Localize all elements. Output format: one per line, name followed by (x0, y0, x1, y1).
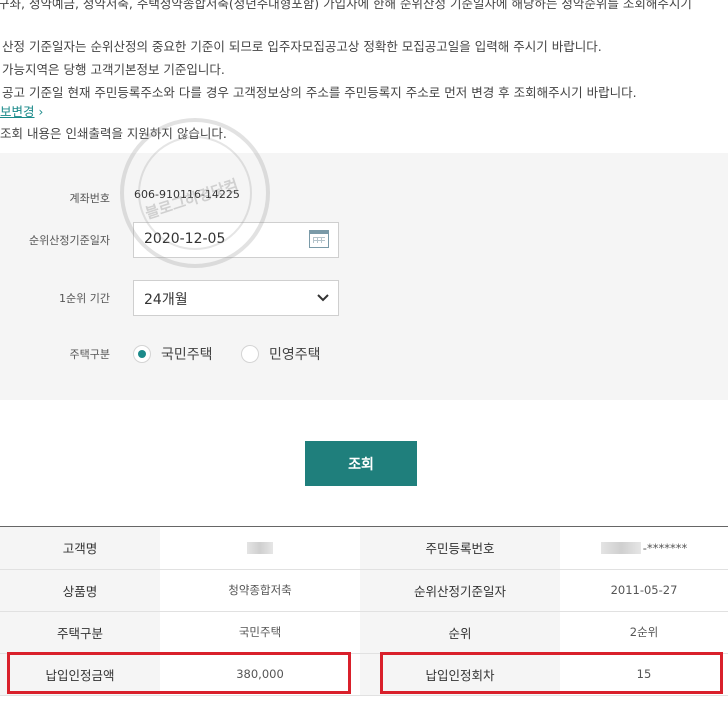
chevron-right-icon: › (38, 105, 44, 119)
table-row: 주택구분 국민주택 순위 2순위 (0, 611, 728, 654)
info-change-link-row[interactable]: 보변경 › (0, 101, 43, 120)
masked-value (247, 542, 273, 555)
notice-line: 가능지역은 당행 고객기본정보 기준입니다. (2, 62, 225, 77)
search-button[interactable]: 조회 (305, 441, 417, 486)
radio-label: 민영주택 (269, 347, 321, 363)
result-table: 고객명 주민등록번호 -******* 상품명 청약종합저축 순위산정기준일자 … (0, 526, 728, 726)
header-cell: 고객명 (0, 527, 160, 570)
inquiry-form: 계좌번호 606-910116-14225 순위산정기준일자 2020-12-0… (0, 153, 728, 400)
date-label: 순위산정기준일자 (29, 234, 110, 247)
resident-number-cell: -******* (560, 527, 728, 570)
customer-name-cell (160, 527, 360, 570)
masked-value (600, 542, 641, 555)
info-change-link[interactable]: 보변경 (0, 104, 35, 119)
table-row: 고객명 주민등록번호 -******* (0, 527, 728, 570)
resident-number-value: -******* (642, 540, 688, 555)
account-label: 계좌번호 (69, 192, 110, 205)
notice-line: 조회 내용은 인쇄출력을 지원하지 않습니다. (0, 126, 227, 141)
radio-unchecked-icon[interactable] (241, 345, 259, 363)
period-row: 1순위 기간 24개월 (0, 280, 728, 316)
account-row: 계좌번호 606-910116-14225 (0, 180, 728, 216)
period-label: 1순위 기간 (59, 292, 110, 305)
value-cell: 국민주택 (160, 611, 360, 654)
value-cell: 2순위 (560, 611, 728, 654)
date-input[interactable]: 2020-12-05 (133, 222, 339, 258)
type-label: 주택구분 (69, 348, 110, 361)
highlight-box-payment-amount (7, 652, 351, 694)
header-cell: 순위산정기준일자 (360, 569, 560, 612)
header-cell: 주택구분 (0, 611, 160, 654)
date-value: 2020-12-05 (144, 231, 226, 247)
date-row: 순위산정기준일자 2020-12-05 (0, 222, 728, 258)
table-row: 상품명 청약종합저축 순위산정기준일자 2011-05-27 (0, 569, 728, 612)
chevron-down-icon (317, 294, 329, 302)
value-cell: 청약종합저축 (160, 569, 360, 612)
notice-line: 구좌, 청약예금, 청약저축, 주택청약종합저축(청년주대형포함) 가입자에 한… (0, 0, 692, 11)
period-select[interactable]: 24개월 (133, 280, 339, 316)
header-cell: 순위 (360, 611, 560, 654)
notice-line: 공고 기준일 현재 주민등록주소와 다를 경우 고객정보상의 주소를 주민등록지… (2, 85, 637, 100)
account-number: 606-910116-14225 (134, 188, 240, 201)
notice-line: 산정 기준일자는 순위산정의 중요한 기준이 되므로 입주자모집공고상 정확한 … (2, 39, 602, 54)
value-cell: 2011-05-27 (560, 569, 728, 612)
radio-label: 국민주택 (161, 347, 213, 363)
header-cell: 상품명 (0, 569, 160, 612)
period-value: 24개월 (144, 292, 188, 308)
highlight-box-payment-count (380, 652, 723, 694)
type-row: 주택구분 국민주택 민영주택 (0, 336, 728, 372)
radio-checked-icon[interactable] (133, 345, 151, 363)
header-cell: 주민등록번호 (360, 527, 560, 570)
calendar-icon[interactable] (309, 230, 329, 248)
